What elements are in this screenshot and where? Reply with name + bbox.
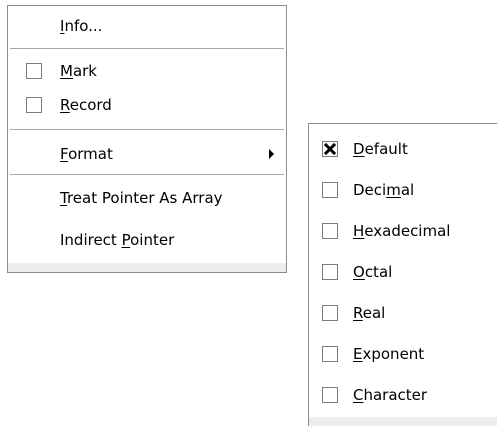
format-item-hexadecimal[interactable]: Hexadecimal: [309, 214, 497, 248]
format-item-character-label: Character: [353, 386, 428, 404]
menu-separator: [10, 48, 284, 50]
real-checkbox[interactable]: [322, 305, 338, 321]
format-item-exponent[interactable]: Exponent: [309, 337, 497, 371]
default-checkbox[interactable]: [322, 141, 338, 157]
format-item-default-label: Default: [353, 140, 408, 158]
format-item-octal-label: Octal: [353, 263, 393, 281]
decimal-checkbox[interactable]: [322, 182, 338, 198]
octal-checkbox[interactable]: [322, 264, 338, 280]
menu-item-treat-pointer-as-array[interactable]: Treat Pointer As Array: [8, 181, 286, 215]
menu-bottom-strip: [8, 263, 286, 272]
menu-item-record[interactable]: Record: [8, 88, 286, 122]
exponent-checkbox[interactable]: [322, 346, 338, 362]
menu-item-info-label: Info...: [60, 17, 103, 35]
menu-item-format-label: Format: [60, 145, 113, 163]
submenu-bottom-strip: [309, 417, 497, 426]
menu-item-format[interactable]: Format: [8, 137, 286, 171]
format-item-hexadecimal-label: Hexadecimal: [353, 222, 451, 240]
format-item-default[interactable]: Default: [309, 132, 497, 166]
triangle-right-icon: [269, 149, 274, 159]
menu-separator: [10, 129, 284, 131]
menu-separator: [10, 174, 284, 176]
menu-item-mark-label: Mark: [60, 62, 97, 80]
format-item-decimal-label: Decimal: [353, 181, 415, 199]
hexadecimal-checkbox[interactable]: [322, 223, 338, 239]
menu-item-info[interactable]: Info...: [8, 9, 286, 43]
record-checkbox[interactable]: [26, 97, 42, 113]
mark-checkbox[interactable]: [26, 63, 42, 79]
menu-item-indirect-pointer-label: Indirect Pointer: [60, 231, 175, 249]
context-menu: Info... Mark Record Format Treat Pointer…: [7, 5, 287, 273]
format-item-real[interactable]: Real: [309, 296, 497, 330]
character-checkbox[interactable]: [322, 387, 338, 403]
format-item-exponent-label: Exponent: [353, 345, 425, 363]
x-checkmark-icon: [323, 142, 337, 156]
format-submenu: Default Decimal Hexadecimal Octal Real E…: [308, 123, 497, 426]
menu-item-record-label: Record: [60, 96, 112, 114]
format-item-character[interactable]: Character: [309, 378, 497, 412]
menu-item-indirect-pointer[interactable]: Indirect Pointer: [8, 223, 286, 257]
format-item-real-label: Real: [353, 304, 386, 322]
menu-item-treat-pointer-as-array-label: Treat Pointer As Array: [60, 189, 223, 207]
menu-item-mark[interactable]: Mark: [8, 54, 286, 88]
format-item-octal[interactable]: Octal: [309, 255, 497, 289]
format-item-decimal[interactable]: Decimal: [309, 173, 497, 207]
